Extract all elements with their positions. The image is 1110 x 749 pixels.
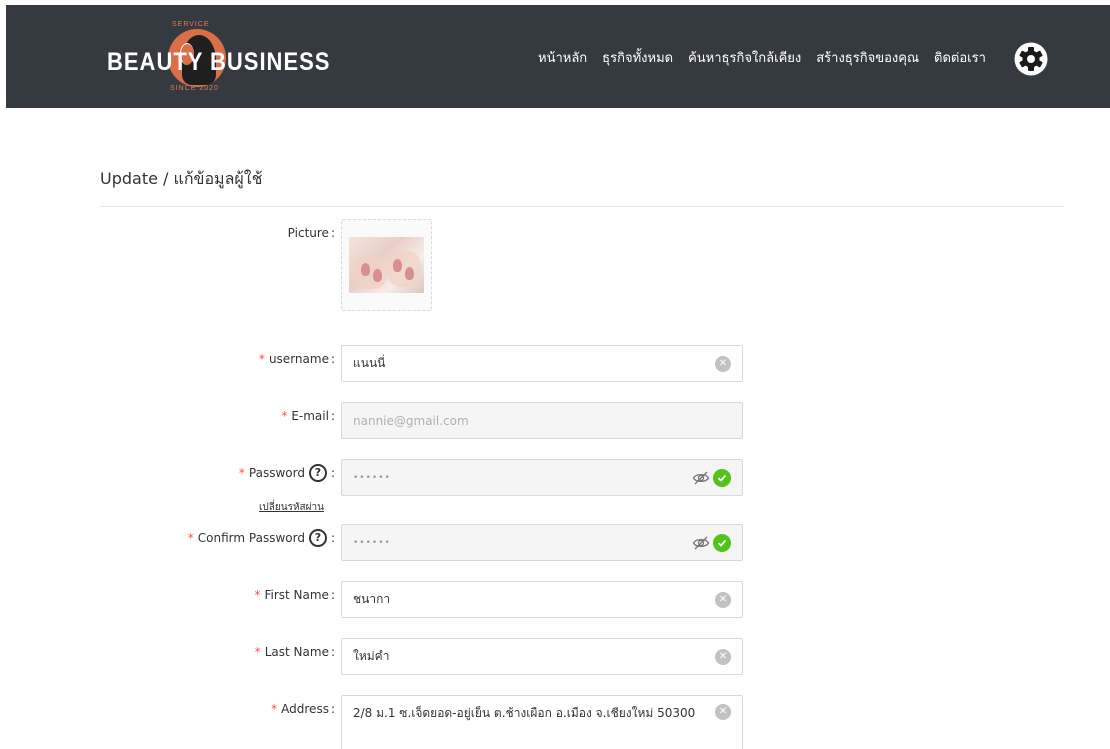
last-name-value: ใหม่คำ [353,649,390,663]
nav-nearby-businesses[interactable]: ค้นหาธุรกิจใกล้เคียง [688,47,801,68]
change-password-link[interactable]: เปลี่ยนรหัสผ่าน [259,500,324,515]
profile-picture-thumbnail[interactable] [349,237,424,293]
first-name-label: * First Name: [254,588,335,602]
page-title: Update / แก้ข้อมูลผู้ใช้ [100,169,263,188]
eye-invisible-icon[interactable] [692,534,710,552]
nav-create-business[interactable]: สร้างธุรกิจของคุณ [816,47,919,68]
clear-icon[interactable]: ✕ [715,704,731,720]
main-nav: หน้าหลัก ธุรกิจทั้งหมด ค้นหาธุรกิจใกล้เค… [538,48,1001,66]
nav-all-businesses[interactable]: ธุรกิจทั้งหมด [602,47,673,68]
top-navbar: SERVICE BEAUTY BUSINESS SINCE 2020 หน้าห… [6,5,1110,108]
picture-label: Picture: [287,226,335,240]
email-input: nannie@gmail.com [341,402,743,439]
password-value: •••••• [353,472,391,483]
address-textarea[interactable]: 2/8 ม.1 ซ.เจ็ดยอด-อยู่เย็น ต.ช้างเผือก อ… [341,695,743,749]
last-name-input[interactable]: ใหม่คำ ✕ [341,638,743,675]
first-name-input[interactable]: ชนากา ✕ [341,581,743,618]
check-circle-icon [713,468,731,487]
email-label: * E-mail: [281,409,335,423]
nav-home[interactable]: หน้าหลัก [538,47,587,68]
password-label: * Password?: [238,464,335,482]
title-divider [100,206,1064,207]
check-circle-icon [713,533,731,552]
last-name-label: * Last Name: [254,645,335,659]
address-value: 2/8 ม.1 ซ.เจ็ดยอด-อยู่เย็น ต.ช้างเผือก อ… [353,706,696,720]
picture-upload[interactable] [341,219,432,311]
brand-logo[interactable]: SERVICE BEAUTY BUSINESS SINCE 2020 [106,17,329,99]
eye-invisible-icon[interactable] [692,469,710,487]
clear-icon[interactable]: ✕ [715,355,731,372]
nav-contact[interactable]: ติดต่อเรา [934,47,986,68]
username-value: แนนนี่ [353,356,386,370]
gear-icon[interactable] [1014,42,1048,76]
username-input[interactable]: แนนนี่ ✕ [341,345,743,382]
help-icon[interactable]: ? [308,529,327,547]
email-value: nannie@gmail.com [353,413,469,428]
clear-icon[interactable]: ✕ [715,591,731,608]
help-icon[interactable]: ? [308,464,327,482]
first-name-value: ชนากา [353,592,391,606]
password-input[interactable]: •••••• [341,459,743,496]
logo-service-text: SERVICE [172,21,210,28]
confirm-password-label: * Confirm Password?: [187,529,335,547]
confirm-password-input[interactable]: •••••• [341,524,743,561]
username-label: * username: [258,352,335,366]
address-label: * Address: [271,702,335,716]
logo-word-business: BUSINESS [210,47,331,76]
confirm-password-value: •••••• [353,537,391,548]
logo-word-beauty: BEAUTY [107,47,204,76]
clear-icon[interactable]: ✕ [715,648,731,665]
logo-since-text: SINCE 2020 [170,85,219,92]
